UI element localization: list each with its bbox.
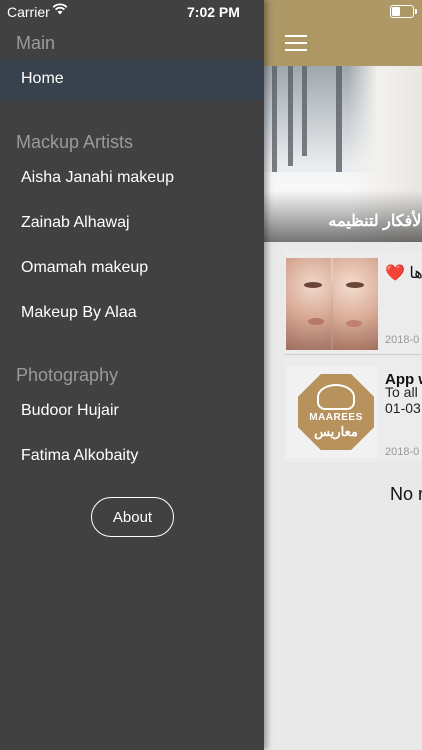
menu-item-aisha-janahi[interactable]: Aisha Janahi makeup: [0, 159, 264, 199]
section-title-mackup-artists: Mackup Artists: [16, 132, 134, 152]
menu-item-home[interactable]: Home: [0, 60, 264, 100]
navigation-bar: [264, 0, 422, 66]
feed-card[interactable]: ❤️ ها 2018-0: [284, 250, 422, 354]
card-title: ❤️ ها: [385, 265, 422, 282]
empty-state-text: No r: [390, 484, 422, 504]
card-subtitle-2: 01-03: [385, 400, 421, 416]
section-title-main: Main: [16, 33, 56, 53]
carrier-label: Carrier: [7, 4, 50, 20]
battery-icon: [390, 5, 417, 18]
hero-caption: بعض الأفكار لتنظيمه: [328, 213, 422, 230]
post-thumbnail: MAAREES معاريس: [286, 366, 378, 458]
menu-item-fatima-alkobaity[interactable]: Fatima Alkobaity: [0, 437, 264, 477]
about-button[interactable]: About: [91, 497, 174, 537]
main-screen: بعض الأفكار لتنظيمه ❤️ ها 2018-0 MAAREES…: [264, 0, 422, 750]
card-subtitle: To all: [385, 384, 418, 400]
menu-item-label: Aisha Janahi makeup: [21, 169, 174, 186]
divider: [284, 354, 422, 355]
menu-item-label: Fatima Alkobaity: [21, 447, 139, 464]
post-thumbnail: [286, 258, 378, 350]
hero-banner[interactable]: بعض الأفكار لتنظيمه: [264, 66, 422, 242]
menu-item-label: Omamah makeup: [21, 259, 149, 276]
logo-arabic: معاريس: [314, 424, 358, 439]
maarees-logo: MAAREES معاريس: [298, 374, 374, 450]
crest-icon: [317, 384, 355, 410]
card-date: 2018-0: [385, 446, 420, 458]
menu-item-zainab-alhawaj[interactable]: Zainab Alhawaj: [0, 204, 264, 244]
status-bar-right: [264, 0, 422, 22]
menu-item-makeup-by-alaa[interactable]: Makeup By Alaa: [0, 294, 264, 334]
status-bar: Carrier 7:02 PM: [0, 0, 264, 22]
menu-item-omamah[interactable]: Omamah makeup: [0, 249, 264, 289]
side-drawer: Carrier 7:02 PM Main Home Mackup Artists…: [0, 0, 264, 750]
clock: 7:02 PM: [187, 4, 240, 20]
wifi-icon: [52, 3, 68, 15]
feed-card[interactable]: MAAREES معاريس App w To all 01-03 2018-0: [284, 358, 422, 462]
menu-item-label: Budoor Hujair: [21, 402, 119, 419]
logo-latin: MAAREES: [309, 412, 363, 423]
menu-item-label: Makeup By Alaa: [21, 304, 137, 321]
section-title-photography: Photography: [16, 365, 119, 385]
menu-icon[interactable]: [285, 35, 307, 51]
card-date: 2018-0: [385, 334, 420, 346]
menu-item-budoor-hujair[interactable]: Budoor Hujair: [0, 392, 264, 432]
menu-item-label: Home: [21, 70, 64, 87]
menu-item-label: Zainab Alhawaj: [21, 214, 130, 231]
